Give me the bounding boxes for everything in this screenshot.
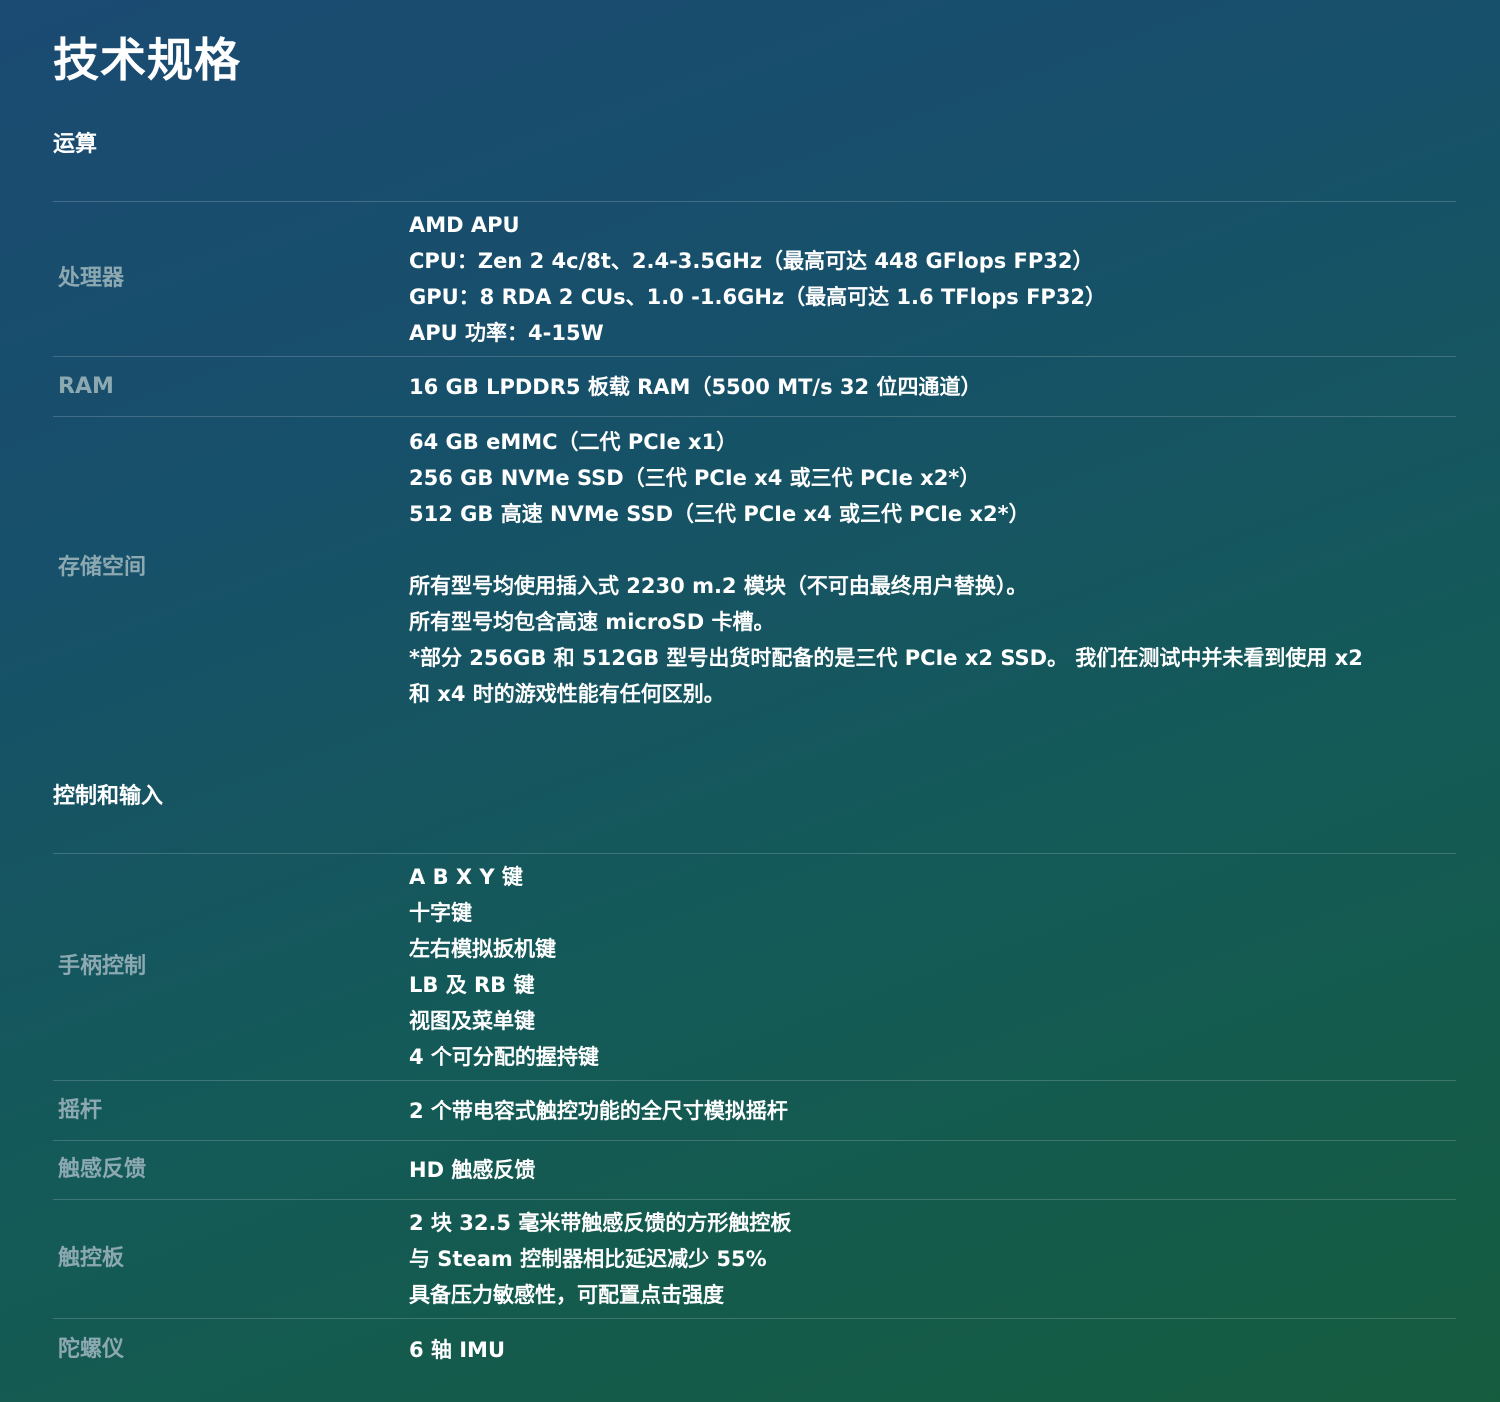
spec-label: 手柄控制 (58, 954, 147, 979)
spec-values: HD 触感反馈 (409, 1152, 1456, 1188)
spec-value-line: 视图及菜单键 (409, 1009, 535, 1033)
spec-value-line: 64 GB eMMC（二代 PCIe x1） (409, 430, 738, 454)
spec-value-line: AMD APU (409, 213, 520, 237)
spec-label: RAM (58, 373, 114, 399)
spec-value-line: 256 GB NVMe SSD（三代 PCIe x4 或三代 PCIe x2*） (409, 466, 981, 490)
spec-values: 64 GB eMMC（二代 PCIe x1） 256 GB NVMe SSD（三… (409, 424, 1456, 712)
spec-label: 触感反馈 (58, 1157, 147, 1182)
spec-value-line: 512 GB 高速 NVMe SSD（三代 PCIe x4 或三代 PCIe x… (409, 502, 1030, 526)
spec-value-line: 6 轴 IMU (409, 1338, 505, 1362)
spec-label: 触控板 (58, 1246, 125, 1271)
spec-value-line: 所有型号均使用插入式 2230 m.2 模块（不可由最终用户替换）。 (409, 574, 1028, 598)
spec-row-gyro: 陀螺仪 6 轴 IMU (53, 1319, 1456, 1381)
spec-value-line: 4 个可分配的握持键 (409, 1045, 599, 1069)
spec-row-haptics: 触感反馈 HD 触感反馈 (53, 1141, 1456, 1200)
spec-value-line: 2 块 32.5 毫米带触感反馈的方形触控板 (409, 1211, 792, 1235)
spec-row-thumbsticks: 摇杆 2 个带电容式触控功能的全尺寸模拟摇杆 (53, 1081, 1456, 1141)
spec-row-ram: RAM 16 GB LPDDR5 板载 RAM（5500 MT/s 32 位四通… (53, 357, 1456, 417)
spec-value-line: CPU：Zen 2 4c/8t、2.4-3.5GHz（最高可达 448 GFlo… (409, 249, 1094, 273)
spec-value-line (409, 532, 1442, 568)
spec-value-line: HD 触感反馈 (409, 1158, 536, 1182)
spec-value-line: *部分 256GB 和 512GB 型号出货时配备的是三代 PCIe x2 SS… (409, 646, 1363, 670)
spec-row-trackpads: 触控板 2 块 32.5 毫米带触感反馈的方形触控板 与 Steam 控制器相比… (53, 1200, 1456, 1319)
spec-value-line: 16 GB LPDDR5 板载 RAM（5500 MT/s 32 位四通道） (409, 374, 982, 399)
spec-table-controls: 手柄控制 A B X Y 键 十字键 左右模拟扳机键 LB 及 RB 键 视图及… (53, 853, 1456, 1381)
spec-values: A B X Y 键 十字键 左右模拟扳机键 LB 及 RB 键 视图及菜单键 4… (409, 859, 1456, 1075)
spec-row-processor: 处理器 AMD APU CPU：Zen 2 4c/8t、2.4-3.5GHz（最… (53, 202, 1456, 357)
spec-row-storage: 存储空间 64 GB eMMC（二代 PCIe x1） 256 GB NVMe … (53, 417, 1456, 719)
spec-value-line: 具备压力敏感性，可配置点击强度 (409, 1283, 724, 1307)
spec-values: AMD APU CPU：Zen 2 4c/8t、2.4-3.5GHz（最高可达 … (409, 207, 1456, 351)
spec-value-line: 所有型号均包含高速 microSD 卡槽。 (409, 610, 775, 634)
spec-value-line: GPU：8 RDA 2 CUs、1.0 -1.6GHz（最高可达 1.6 TFl… (409, 285, 1107, 309)
spec-values: 6 轴 IMU (409, 1332, 1456, 1368)
spec-value-line: 与 Steam 控制器相比延迟减少 55% (409, 1247, 767, 1271)
spec-value-line: LB 及 RB 键 (409, 973, 535, 997)
spec-value-line: A B X Y 键 (409, 865, 523, 889)
spec-label: 陀螺仪 (58, 1337, 125, 1362)
spec-table-compute: 处理器 AMD APU CPU：Zen 2 4c/8t、2.4-3.5GHz（最… (53, 201, 1456, 719)
spec-value-line: 2 个带电容式触控功能的全尺寸模拟摇杆 (409, 1098, 788, 1123)
spec-value-line: 左右模拟扳机键 (409, 937, 556, 961)
section-heading-compute: 运算 (53, 132, 98, 157)
spec-values: 16 GB LPDDR5 板载 RAM（5500 MT/s 32 位四通道） (409, 369, 1456, 405)
spec-value-line: APU 功率：4-15W (409, 321, 604, 345)
spec-label: 摇杆 (58, 1097, 103, 1123)
spec-row-gamepad: 手柄控制 A B X Y 键 十字键 左右模拟扳机键 LB 及 RB 键 视图及… (53, 854, 1456, 1081)
page-title: 技术规格 (53, 33, 241, 87)
spec-value-line: 十字键 (409, 901, 472, 925)
spec-value-line: 和 x4 时的游戏性能有任何区别。 (409, 682, 725, 706)
spec-label: 存储空间 (58, 555, 147, 580)
spec-values: 2 个带电容式触控功能的全尺寸模拟摇杆 (409, 1093, 1456, 1129)
spec-label: 处理器 (58, 266, 125, 291)
spec-values: 2 块 32.5 毫米带触感反馈的方形触控板 与 Steam 控制器相比延迟减少… (409, 1205, 1456, 1313)
section-heading-controls: 控制和输入 (53, 784, 164, 809)
